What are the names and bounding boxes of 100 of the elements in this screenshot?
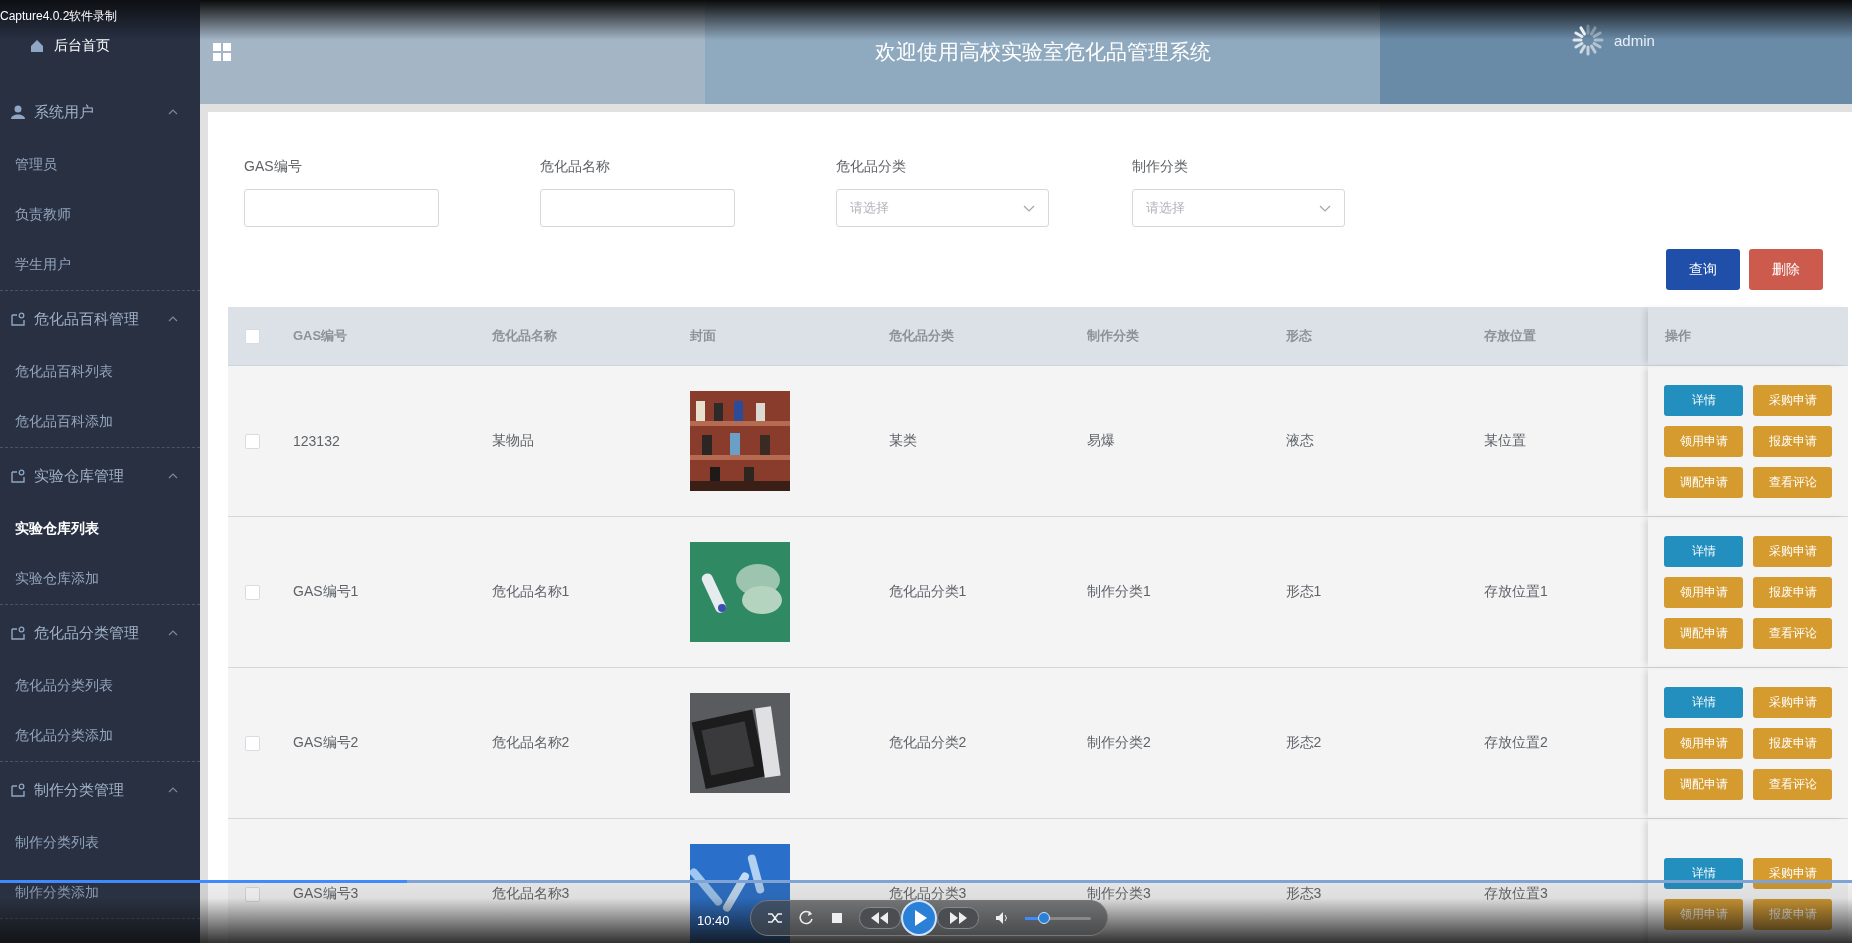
progress-track[interactable] bbox=[0, 880, 1852, 883]
row-checkbox[interactable] bbox=[244, 735, 260, 751]
fast-forward-button[interactable] bbox=[936, 907, 979, 929]
action-button[interactable]: 查看评论 bbox=[1753, 617, 1832, 649]
table-cell: 易爆 bbox=[1087, 432, 1115, 450]
column-header: 危化品分类 bbox=[887, 327, 955, 345]
folder-icon bbox=[11, 626, 25, 640]
table-cell: 存放位置1 bbox=[1484, 583, 1548, 601]
table-cell: 制作分类2 bbox=[1087, 734, 1151, 752]
chevron-up-icon bbox=[168, 786, 178, 794]
column-header: 危化品名称 bbox=[490, 327, 558, 345]
table-cell: 危化品名称1 bbox=[491, 583, 570, 601]
action-button[interactable]: 领用申请 bbox=[1664, 576, 1743, 608]
field-label: 危化品分类 bbox=[836, 158, 906, 176]
table-cell: 形态2 bbox=[1285, 734, 1322, 752]
column-header: 封面 bbox=[689, 327, 717, 345]
action-button[interactable]: 查看评论 bbox=[1753, 466, 1832, 498]
details-button[interactable]: 详情 bbox=[1664, 535, 1743, 567]
column-header: GAS编号 bbox=[292, 327, 349, 345]
search-button[interactable]: 查询 bbox=[1666, 249, 1740, 290]
action-button[interactable]: 调配申请 bbox=[1664, 768, 1743, 800]
menu-item[interactable]: 危化品分类列表 bbox=[0, 661, 113, 711]
menu-group-header[interactable]: 制作分类管理 bbox=[0, 762, 200, 818]
rewind-button[interactable] bbox=[858, 907, 901, 929]
stop-icon[interactable] bbox=[830, 912, 843, 924]
chevron-up-icon bbox=[168, 315, 178, 323]
column-header: 存放位置 bbox=[1483, 327, 1537, 345]
select-all-checkbox[interactable] bbox=[244, 328, 260, 344]
folder-icon bbox=[11, 469, 25, 483]
menu-item[interactable]: 负责教师 bbox=[0, 190, 71, 240]
delete-button[interactable]: 删除 bbox=[1749, 249, 1823, 290]
action-button[interactable]: 领用申请 bbox=[1664, 899, 1743, 930]
action-button[interactable]: 采购申请 bbox=[1753, 535, 1832, 567]
menu-item[interactable]: 管理员 bbox=[0, 140, 57, 190]
input-field[interactable] bbox=[540, 189, 735, 227]
user-icon bbox=[11, 105, 25, 119]
table-cell: 制作分类3 bbox=[1087, 885, 1151, 903]
action-button[interactable]: 报废申请 bbox=[1753, 727, 1832, 759]
volume-thumb[interactable] bbox=[1038, 911, 1051, 924]
play-button[interactable] bbox=[900, 900, 937, 936]
menu-item[interactable]: 学生用户 bbox=[0, 240, 71, 290]
table-cell: 形态3 bbox=[1285, 885, 1322, 903]
action-button[interactable]: 报废申请 bbox=[1753, 576, 1832, 608]
menu-item[interactable]: 危化品分类添加 bbox=[0, 711, 113, 761]
table-cell: 某位置 bbox=[1484, 432, 1526, 450]
user-name[interactable]: admin bbox=[1614, 32, 1655, 49]
table-cell: 危化品分类2 bbox=[888, 734, 967, 752]
details-button[interactable]: 详情 bbox=[1664, 384, 1743, 416]
field-label: GAS编号 bbox=[244, 158, 302, 176]
details-button[interactable]: 详情 bbox=[1664, 686, 1743, 718]
table-cell: 存放位置2 bbox=[1484, 734, 1548, 752]
menu-item[interactable]: 危化品百科列表 bbox=[0, 347, 113, 397]
table-cell: 形态1 bbox=[1285, 583, 1322, 601]
menu-group-header[interactable]: 危化品百科管理 bbox=[0, 291, 200, 347]
table-cell: 危化品名称2 bbox=[491, 734, 570, 752]
shuffle-icon[interactable] bbox=[766, 911, 783, 925]
row-checkbox[interactable] bbox=[244, 886, 260, 902]
table-cell: 制作分类1 bbox=[1087, 583, 1151, 601]
action-button[interactable]: 查看评论 bbox=[1753, 768, 1832, 800]
chevron-down-icon bbox=[1319, 204, 1331, 212]
menu-group-header[interactable]: 系统用户 bbox=[0, 84, 200, 140]
select-field[interactable]: 请选择 bbox=[1132, 189, 1345, 227]
chevron-up-icon bbox=[168, 108, 178, 116]
action-button[interactable]: 报废申请 bbox=[1753, 425, 1832, 457]
table-cell: 危化品分类3 bbox=[888, 885, 967, 903]
volume-icon[interactable] bbox=[994, 911, 1009, 925]
action-button[interactable]: 领用申请 bbox=[1664, 727, 1743, 759]
column-header: 形态 bbox=[1284, 327, 1313, 345]
action-button[interactable]: 报废申请 bbox=[1753, 899, 1832, 930]
action-button[interactable]: 调配申请 bbox=[1664, 466, 1743, 498]
select-field[interactable]: 请选择 bbox=[836, 189, 1049, 227]
table-cell: 某类 bbox=[888, 432, 917, 450]
table-cell: 某物品 bbox=[491, 432, 534, 450]
home-link[interactable]: 后台首页 bbox=[0, 28, 120, 64]
column-header: 操作 bbox=[1648, 307, 1848, 365]
table-cell: 危化品分类1 bbox=[888, 583, 967, 601]
menu-icon[interactable] bbox=[213, 43, 231, 61]
field-label: 制作分类 bbox=[1132, 158, 1188, 176]
action-button[interactable]: 领用申请 bbox=[1664, 425, 1743, 457]
menu-item[interactable]: 制作分类列表 bbox=[0, 818, 99, 868]
row-checkbox[interactable] bbox=[244, 433, 260, 449]
table-cell: 危化品名称3 bbox=[491, 885, 570, 903]
row-checkbox[interactable] bbox=[244, 584, 260, 600]
loading-spinner-icon bbox=[1570, 22, 1606, 58]
table-cell: GAS编号2 bbox=[293, 734, 359, 752]
menu-group-header[interactable]: 实验仓库管理 bbox=[0, 448, 200, 504]
table-cell: 液态 bbox=[1285, 432, 1314, 450]
home-icon bbox=[30, 39, 44, 53]
action-button[interactable]: 采购申请 bbox=[1753, 384, 1832, 416]
table-cell: GAS编号1 bbox=[293, 583, 359, 601]
menu-group-header[interactable]: 危化品分类管理 bbox=[0, 605, 200, 661]
menu-item[interactable]: 危化品百科添加 bbox=[0, 397, 113, 447]
menu-item[interactable]: 实验仓库添加 bbox=[0, 554, 99, 604]
action-button[interactable]: 调配申请 bbox=[1664, 617, 1743, 649]
menu-item[interactable]: 实验仓库列表 bbox=[0, 504, 99, 554]
repeat-icon[interactable] bbox=[798, 910, 815, 926]
input-field[interactable] bbox=[244, 189, 439, 227]
table-cell: 123132 bbox=[293, 433, 340, 449]
action-button[interactable]: 采购申请 bbox=[1753, 686, 1832, 718]
column-header: 制作分类 bbox=[1086, 327, 1140, 345]
